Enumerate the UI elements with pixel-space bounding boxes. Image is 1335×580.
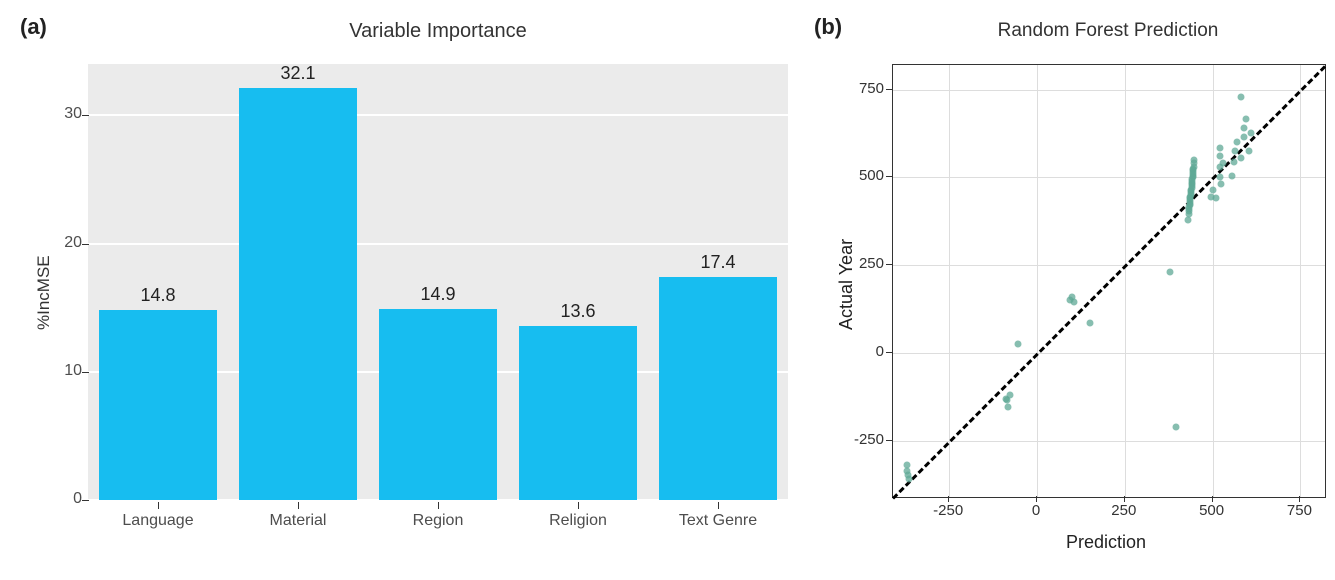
chart-a-xtick: Religion xyxy=(519,512,637,530)
bar-language xyxy=(99,310,217,500)
scatter-point xyxy=(1248,130,1255,137)
scatter-point xyxy=(1246,148,1253,155)
bar-value-label: 32.1 xyxy=(239,63,357,84)
bar-value-label: 17.4 xyxy=(659,252,777,273)
chart-a-ytick: 20 xyxy=(42,234,82,252)
subplot-label-a: (a) xyxy=(20,14,47,40)
chart-b-plot-area xyxy=(892,64,1326,498)
chart-b-xlabel: Prediction xyxy=(1066,532,1146,553)
chart-b-ytick: 750 xyxy=(840,80,884,97)
chart-a-title: Variable Importance xyxy=(88,20,788,43)
scatter-point xyxy=(1237,93,1244,100)
chart-b-title: Random Forest Prediction xyxy=(892,20,1324,42)
chart-a-ylabel: %IncMSE xyxy=(34,255,54,330)
bar-text-genre xyxy=(659,277,777,500)
reference-line xyxy=(892,65,1326,499)
scatter-point xyxy=(1190,156,1197,163)
scatter-point xyxy=(1172,423,1179,430)
scatter-point xyxy=(1241,125,1248,132)
scatter-point xyxy=(1220,160,1227,167)
bar-value-label: 13.6 xyxy=(519,301,637,322)
scatter-point xyxy=(1228,172,1235,179)
chart-b-xtick: 250 xyxy=(1099,502,1149,519)
subplot-label-b: (b) xyxy=(814,14,842,40)
chart-b-xtick: -250 xyxy=(923,502,973,519)
scatter-point xyxy=(1069,293,1076,300)
chart-a-xtick: Text Genre xyxy=(659,512,777,530)
chart-b-ytick: 0 xyxy=(840,343,884,360)
scatter-point xyxy=(1014,341,1021,348)
scatter-point xyxy=(1242,116,1249,123)
chart-b-ytick: 500 xyxy=(840,167,884,184)
bar-religion xyxy=(519,326,637,500)
panel-a: (a) Variable Importance 14.8 32.1 14.9 13.6… xyxy=(10,10,794,570)
scatter-point xyxy=(1209,186,1216,193)
chart-b-xtick: 0 xyxy=(1011,502,1061,519)
scatter-point xyxy=(1216,174,1223,181)
scatter-point xyxy=(1006,392,1013,399)
scatter-point xyxy=(1232,148,1239,155)
scatter-point xyxy=(1234,139,1241,146)
scatter-point xyxy=(1213,195,1220,202)
scatter-point xyxy=(1216,144,1223,151)
chart-b-xtick: 500 xyxy=(1187,502,1237,519)
bar-value-label: 14.8 xyxy=(99,285,217,306)
scatter-point xyxy=(905,476,912,483)
scatter-point xyxy=(1230,158,1237,165)
chart-a-xtick: Language xyxy=(99,512,217,530)
scatter-point xyxy=(1218,181,1225,188)
bar-region xyxy=(379,309,497,500)
chart-a-xtick: Material xyxy=(239,512,357,530)
scatter-point xyxy=(1167,269,1174,276)
chart-a-plot-area: 14.8 32.1 14.9 13.6 17.4 xyxy=(88,64,788,500)
bar-material xyxy=(239,88,357,500)
scatter-point xyxy=(1005,404,1012,411)
chart-a-ytick: 10 xyxy=(42,362,82,380)
panel-b: (b) Random Forest Prediction -250 0 250 500… xyxy=(804,10,1325,570)
chart-b-ylabel: Actual Year xyxy=(836,239,857,330)
chart-a-ytick: 0 xyxy=(42,490,82,508)
chart-b-ytick: -250 xyxy=(840,431,884,448)
chart-a-xtick: Region xyxy=(379,512,497,530)
chart-b-xtick: 750 xyxy=(1274,502,1324,519)
scatter-point xyxy=(1237,155,1244,162)
scatter-point xyxy=(1086,320,1093,327)
bar-value-label: 14.9 xyxy=(379,284,497,305)
chart-a-ytick: 30 xyxy=(42,105,82,123)
scatter-point xyxy=(1241,134,1248,141)
scatter-point xyxy=(1216,153,1223,160)
